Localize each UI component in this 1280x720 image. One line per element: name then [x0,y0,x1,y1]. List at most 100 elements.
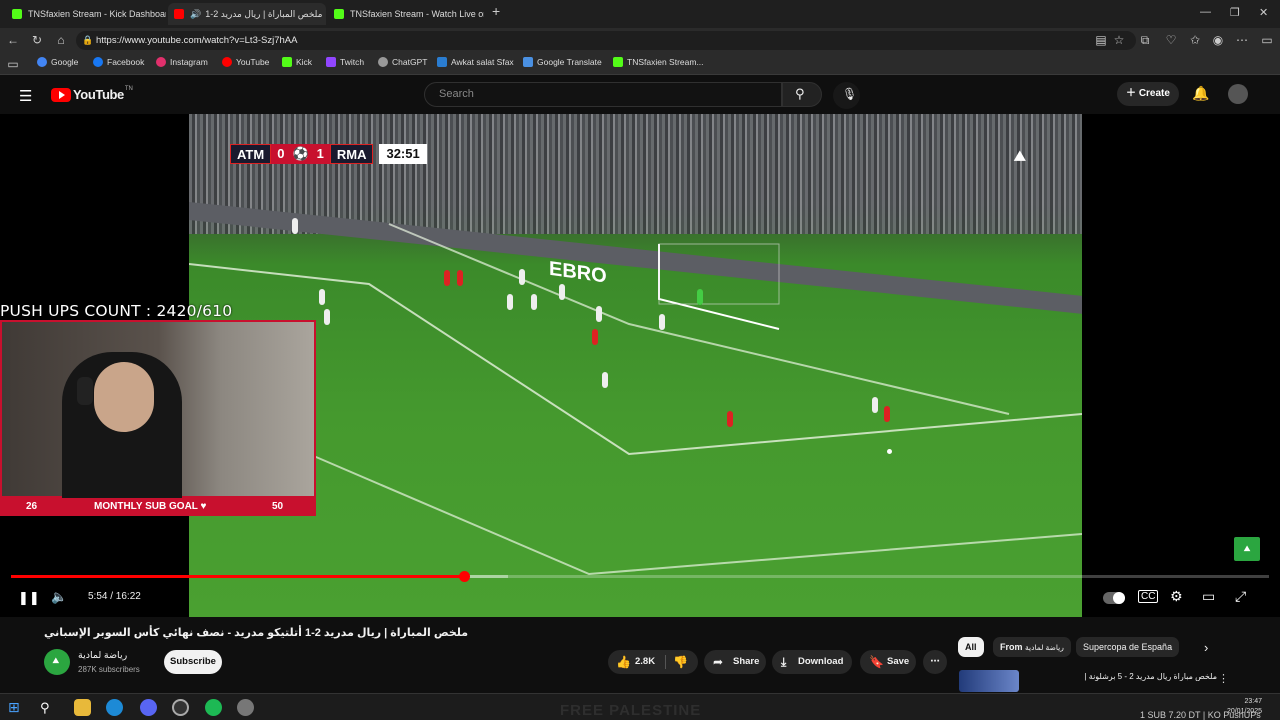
app-icon[interactable] [237,699,254,716]
channel-logo-icon: ⯅ [51,654,61,668]
tab-kick-dashboard[interactable]: TNSfaxien Stream - Kick Dashboar ✕ [6,3,166,25]
browser-tab-bar: TNSfaxien Stream - Kick Dashboar ✕ 🔊 ملخ… [0,0,1280,28]
profile-icon[interactable]: ◉ [1210,32,1226,48]
tab-youtube-video[interactable]: 🔊 ملخص المباراة | ريال مدريد 2-1 ✕ [168,3,326,25]
discord-icon[interactable] [140,699,157,716]
player-figure [324,309,330,325]
edge-browser-icon[interactable] [106,699,123,716]
bookmark-facebook[interactable]: Facebook [93,57,144,67]
overlay-watermark: FREE PALESTINE [560,702,702,719]
bookmark-chatgpt[interactable]: ChatGPT [378,57,427,67]
youtube-logo[interactable]: YouTube TN [51,86,133,102]
bookmark-instagram[interactable]: Instagram [156,57,208,67]
bookmark-icon: 🔖 [869,655,884,669]
save-button[interactable]: 🔖 Save [860,650,916,674]
channel-watermark-icon[interactable]: ⯅ [1234,537,1260,561]
video-frame: EBRO ATM 0 ⚽ 1 RMA 32:51 ⯅ [189,114,1082,617]
hamburger-menu-icon[interactable]: ☰ [19,87,32,105]
sidebar-toggle-icon[interactable]: ▭ [1259,32,1275,48]
volume-icon[interactable]: 🔈 [51,589,67,605]
download-button[interactable]: ⤓ Download [772,650,852,674]
url-field[interactable]: 🔒 https://www.youtube.com/watch?v=Lt3-Sz… [76,31,1136,50]
translate-icon [523,57,533,67]
bookmark-kick[interactable]: Kick [282,57,312,67]
bookmark-awkat-salat[interactable]: Awkat salat Sfax [437,57,514,67]
scrubber-handle[interactable] [458,571,470,582]
streamer-face [94,362,154,432]
youtube-icon [222,57,232,67]
create-button[interactable]: ＋ Create [1117,82,1179,106]
close-icon[interactable]: ✕ [322,8,326,21]
sub-goal-label: MONTHLY SUB GOAL ♥ [94,501,207,512]
windows-start-icon[interactable]: ⊞ [8,699,25,716]
search-input[interactable]: Search [424,82,782,107]
favorites-icon[interactable]: ✩ [1187,32,1203,48]
settings-gear-icon[interactable]: ⚙ [1170,588,1183,605]
back-button[interactable]: ← [5,32,21,48]
facebook-icon [93,57,103,67]
divider [665,655,666,669]
player-figure [884,406,890,422]
subscribe-button[interactable]: Subscribe [164,650,222,674]
channel-avatar[interactable]: ⯅ [44,649,70,675]
channel-name[interactable]: رياضة لمادية [78,650,127,661]
search-button[interactable]: ⚲ [782,82,822,107]
player-figure [292,218,298,234]
more-actions-button[interactable]: ⋯ [923,650,947,674]
broadcaster-logo-icon: ⯅ [1011,144,1029,169]
captions-button[interactable]: CC [1138,590,1159,603]
fullscreen-icon[interactable]: ⤢ [1235,588,1246,605]
share-icon: ➦ [713,655,724,669]
maximize-button[interactable]: ❐ [1230,6,1240,19]
tab-actions-icon[interactable]: ▭ [5,56,21,72]
bookmark-twitch[interactable]: Twitch [326,57,364,67]
chip-all[interactable]: All [958,637,984,657]
chip-from-channel[interactable]: From رياضة لمادية [993,637,1071,657]
file-explorer-icon[interactable] [74,699,91,716]
bookmark-google-translate[interactable]: Google Translate [523,57,602,67]
video-player[interactable]: EBRO ATM 0 ⚽ 1 RMA 32:51 ⯅ PUSH UPS COUN [0,114,1280,617]
share-button[interactable]: ➦ Share [704,650,766,674]
search-icon[interactable]: ⚲ [40,699,57,716]
dislike-button[interactable]: 👎 [673,650,688,674]
browser-essentials-icon[interactable]: ♡ [1163,32,1179,48]
football [887,449,892,454]
speaker-icon[interactable]: 🔊 [190,9,201,20]
favorite-star-icon[interactable]: ☆ [1111,32,1127,48]
bookmark-youtube[interactable]: YouTube [222,57,269,67]
pause-button[interactable]: ❚❚ [18,590,40,606]
bookmark-tnsfaxien[interactable]: TNSfaxien Stream... [613,57,704,67]
reader-icon[interactable]: ▤ [1093,32,1109,48]
suggestion-thumbnail[interactable] [959,670,1019,692]
bookmark-google[interactable]: Google [37,57,78,67]
avatar[interactable] [1228,84,1248,104]
more-horizontal-icon: ⋯ [930,656,940,667]
kick-icon [282,57,292,67]
obs-icon[interactable] [172,699,189,716]
download-icon: ⤓ [781,655,787,669]
notifications-bell-icon[interactable]: 🔔 [1192,85,1209,102]
tab-label: TNSfaxien Stream - Kick Dashboar [28,9,166,19]
new-tab-button[interactable]: + [492,3,500,19]
window-close-button[interactable]: ✕ [1259,6,1268,19]
voice-search-button[interactable]: 🎙 [833,82,860,109]
chatgpt-icon [378,57,388,67]
like-button[interactable]: 👍 [616,650,631,674]
tab-kick-watch[interactable]: TNSfaxien Stream - Watch Live on ✕ [328,3,484,25]
autoplay-toggle[interactable] [1103,592,1125,604]
chevron-right-icon[interactable]: › [1204,640,1208,655]
chip-supercopa[interactable]: Supercopa de España [1076,637,1180,657]
suggestion-title[interactable]: ملخص مباراة ريال مدريد 2 - 5 برشلونة | [1027,672,1217,681]
home-button[interactable]: ⌂ [53,32,69,48]
player-figure [444,270,450,286]
microphone-icon: 🎙 [842,87,858,101]
reload-button[interactable]: ↻ [29,32,45,48]
pushups-counter: PUSH UPS COUNT : 2420/610 [0,302,233,320]
more-menu-icon[interactable]: ⋯ [1234,32,1250,48]
spotify-icon[interactable] [205,699,222,716]
progress-bar[interactable] [11,571,1269,582]
extensions-icon[interactable]: ⧉ [1137,32,1153,48]
suggestion-menu-icon[interactable]: ⋮ [1218,672,1229,685]
minimize-button[interactable]: — [1200,6,1211,18]
theater-mode-icon[interactable]: ▭ [1202,588,1215,605]
